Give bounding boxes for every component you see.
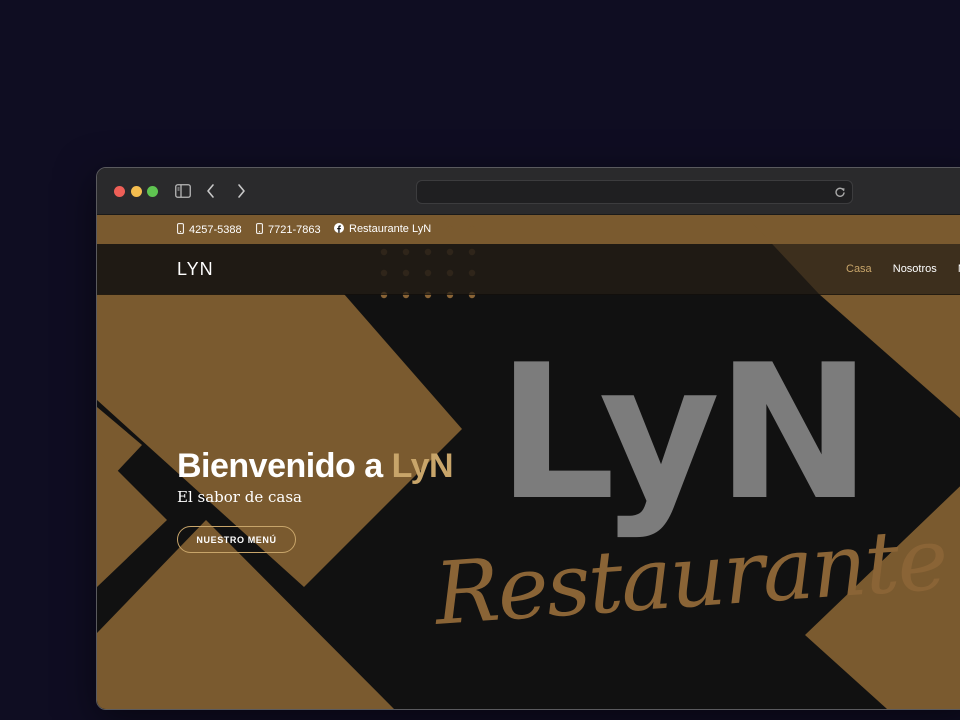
brand-logo[interactable]: LYN [177, 259, 214, 280]
minimize-window-button[interactable] [131, 186, 142, 197]
nav-link-casa[interactable]: Casa [846, 263, 872, 275]
browser-window: 4257-5388 7721-7863 Restaurante LyN LYN … [96, 167, 960, 710]
reload-icon[interactable] [834, 185, 846, 203]
hero-title: Bienvenido a LyN [177, 447, 454, 486]
facebook-page-name: Restaurante LyN [349, 223, 432, 235]
chevron-right-icon[interactable] [235, 183, 247, 204]
facebook-icon [334, 223, 344, 236]
web-page: 4257-5388 7721-7863 Restaurante LyN LYN … [97, 215, 960, 709]
phone-contact-2[interactable]: 7721-7863 [256, 223, 321, 237]
sidebar-icon[interactable] [175, 184, 191, 203]
contact-topbar: 4257-5388 7721-7863 Restaurante LyN [97, 215, 960, 244]
close-window-button[interactable] [114, 186, 125, 197]
hero-logo-text: LyN [497, 324, 872, 541]
hero-title-accent: LyN [391, 447, 454, 485]
address-bar[interactable] [416, 180, 853, 204]
phone-number-1: 4257-5388 [189, 223, 242, 236]
menu-button[interactable]: NUESTRO MENÚ [177, 526, 296, 553]
facebook-link[interactable]: Restaurante LyN [334, 223, 431, 236]
nav-links: Casa Nosotros M [846, 263, 960, 275]
browser-toolbar [97, 168, 960, 215]
hero-subtitle: El sabor de casa [177, 488, 302, 506]
phone-icon [177, 223, 184, 237]
nav-link-nosotros[interactable]: Nosotros [893, 263, 937, 275]
main-navbar: LYN Casa Nosotros M [97, 244, 960, 295]
hero-title-prefix: Bienvenido a [177, 447, 392, 485]
phone-icon [256, 223, 263, 237]
chevron-left-icon[interactable] [205, 183, 217, 204]
maximize-window-button[interactable] [147, 186, 158, 197]
phone-contact-1[interactable]: 4257-5388 [177, 223, 242, 237]
phone-number-2: 7721-7863 [268, 223, 321, 236]
